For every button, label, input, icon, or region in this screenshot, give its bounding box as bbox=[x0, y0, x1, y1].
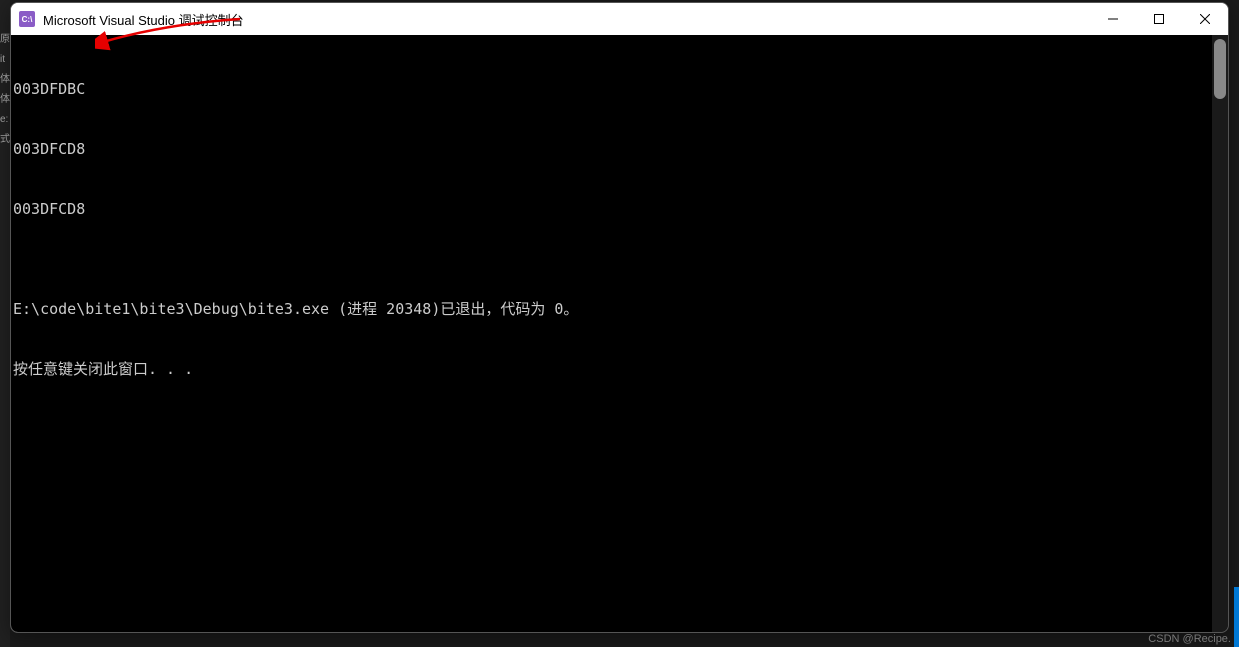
close-icon bbox=[1200, 14, 1210, 24]
output-line: 003DFDBC bbox=[13, 79, 1226, 99]
maximize-button[interactable] bbox=[1136, 3, 1182, 35]
minimize-button[interactable] bbox=[1090, 3, 1136, 35]
output-line: E:\code\bite1\bite3\Debug\bite3.exe (进程 … bbox=[13, 299, 1226, 319]
minimize-icon bbox=[1108, 14, 1118, 24]
output-line: 按任意键关闭此窗口. . . bbox=[13, 359, 1226, 379]
window-controls bbox=[1090, 3, 1228, 35]
watermark-text: CSDN @Recipe. bbox=[1148, 633, 1231, 645]
maximize-icon bbox=[1154, 14, 1164, 24]
vertical-scrollbar[interactable] bbox=[1212, 35, 1228, 632]
app-icon: C:\ bbox=[19, 11, 35, 27]
titlebar[interactable]: C:\ Microsoft Visual Studio 调试控制台 bbox=[11, 3, 1228, 35]
console-window: C:\ Microsoft Visual Studio 调试控制台 003DFD… bbox=[10, 2, 1229, 633]
right-edge-strip bbox=[1234, 587, 1239, 647]
close-button[interactable] bbox=[1182, 3, 1228, 35]
scroll-thumb[interactable] bbox=[1214, 39, 1226, 99]
window-title: Microsoft Visual Studio 调试控制台 bbox=[43, 10, 1090, 29]
console-output[interactable]: 003DFDBC 003DFCD8 003DFCD8 E:\code\bite1… bbox=[11, 35, 1228, 632]
output-line: 003DFCD8 bbox=[13, 199, 1226, 219]
background-gutter: 原 it 体 体 e: 式 bbox=[0, 0, 10, 647]
output-line: 003DFCD8 bbox=[13, 139, 1226, 159]
